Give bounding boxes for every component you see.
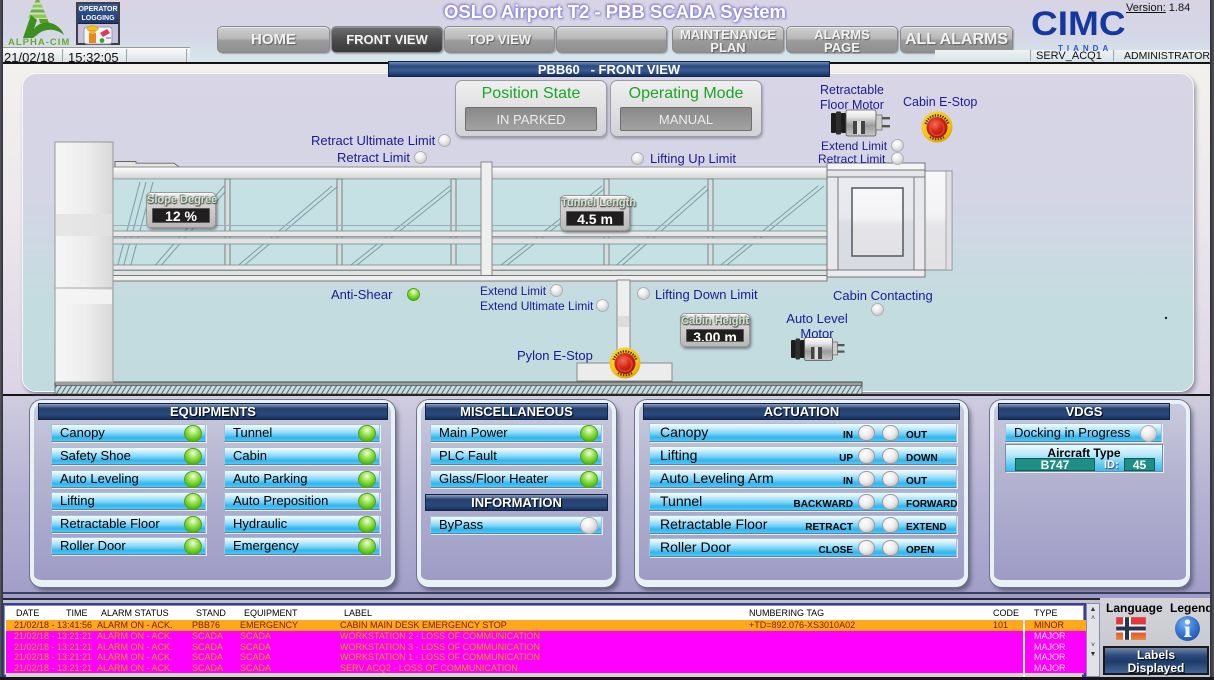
svg-text:ALPHA-CIM: ALPHA-CIM [8,37,70,48]
